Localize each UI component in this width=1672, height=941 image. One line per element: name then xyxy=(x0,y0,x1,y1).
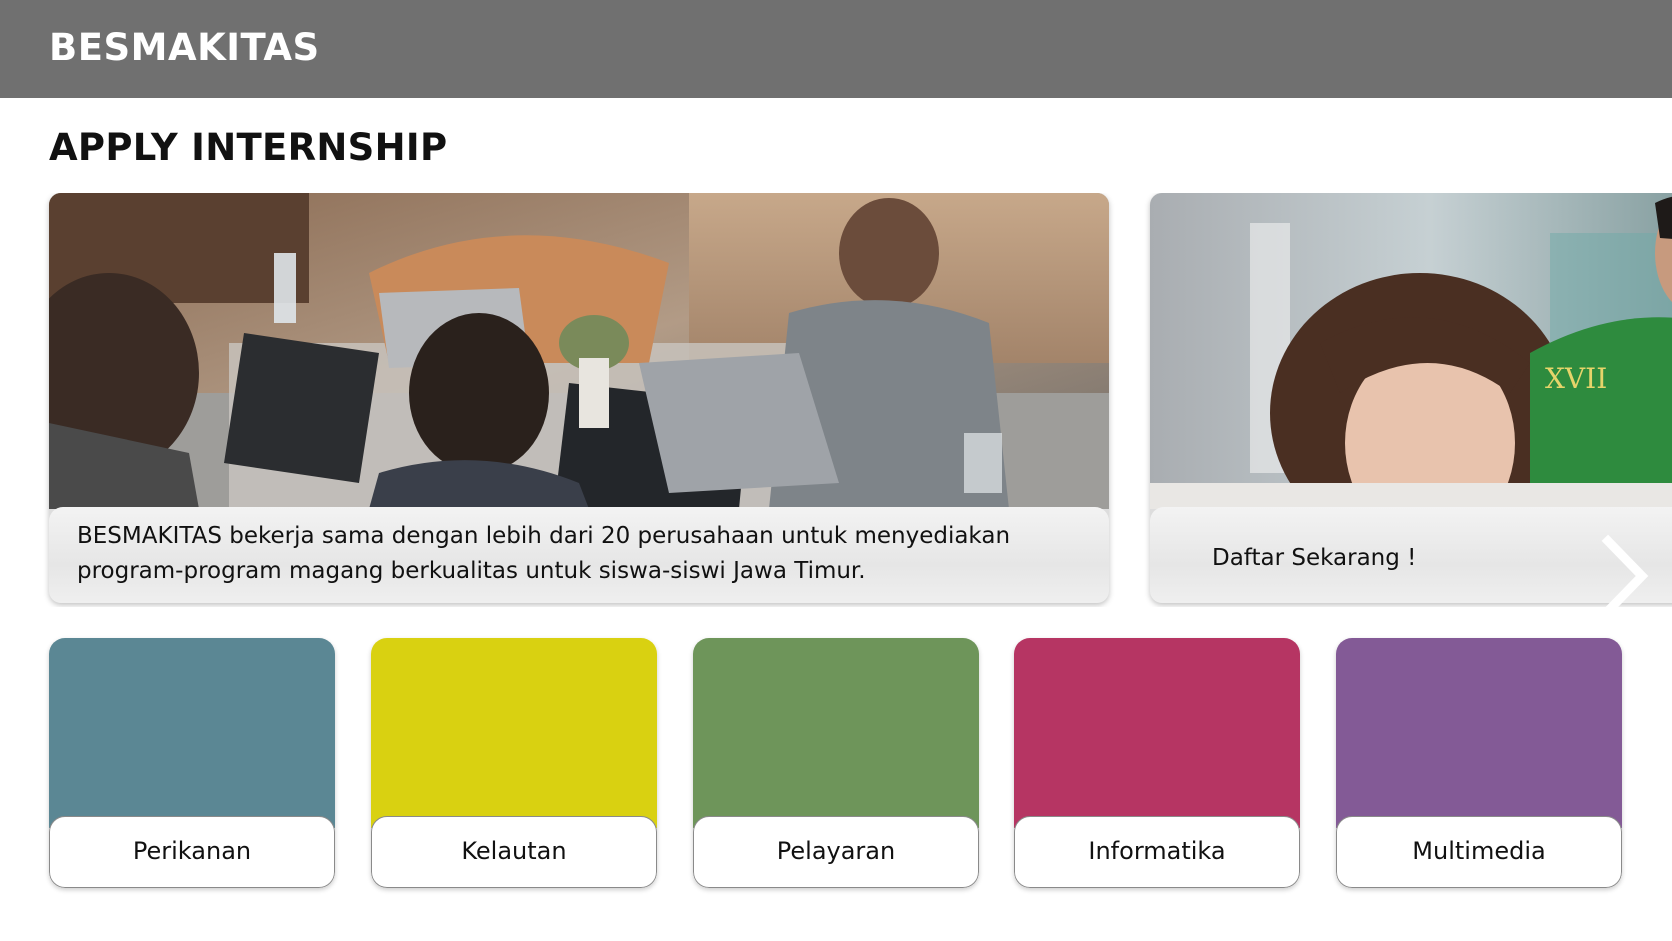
category-label-box: Multimedia xyxy=(1336,816,1622,888)
category-label: Pelayaran xyxy=(776,837,896,865)
page-title: APPLY INTERNSHIP xyxy=(49,126,448,169)
category-color-block xyxy=(1014,638,1300,828)
category-card-informatika[interactable]: Informatika xyxy=(1014,638,1300,888)
category-label: Perikanan xyxy=(132,837,252,865)
category-label: Informatika xyxy=(1088,837,1226,865)
slide-caption: BESMAKITAS bekerja sama dengan lebih dar… xyxy=(49,507,1109,603)
category-color-block xyxy=(693,638,979,828)
category-card-perikanan[interactable]: Perikanan xyxy=(49,638,335,888)
slide-caption-text: Daftar Sekarang ! xyxy=(1212,545,1417,571)
chevron-right-icon[interactable] xyxy=(1594,533,1654,607)
category-label-box: Perikanan xyxy=(49,816,335,888)
students-working-on-laptops-photo xyxy=(49,193,1109,509)
category-color-block xyxy=(49,638,335,828)
category-label-box: Kelautan xyxy=(371,816,657,888)
category-label: Multimedia xyxy=(1412,837,1546,865)
carousel-slide-1[interactable]: BESMAKITAS bekerja sama dengan lebih dar… xyxy=(49,193,1109,603)
category-label-box: Informatika xyxy=(1014,816,1300,888)
category-card-multimedia[interactable]: Multimedia xyxy=(1336,638,1622,888)
category-card-pelayaran[interactable]: Pelayaran xyxy=(693,638,979,888)
top-navbar: BESMAKITAS xyxy=(0,0,1672,98)
category-label-box: Pelayaran xyxy=(693,816,979,888)
slide-caption-text: BESMAKITAS bekerja sama dengan lebih dar… xyxy=(77,523,1011,584)
internship-carousel: BESMAKITAS bekerja sama dengan lebih dar… xyxy=(0,193,1672,607)
svg-text:XVII: XVII xyxy=(1545,362,1607,395)
category-card-kelautan[interactable]: Kelautan xyxy=(371,638,657,888)
category-color-block xyxy=(1336,638,1622,828)
category-label: Kelautan xyxy=(461,837,567,865)
category-color-block xyxy=(371,638,657,828)
brand-logo-text[interactable]: BESMAKITAS xyxy=(49,26,320,69)
category-list: Perikanan Kelautan Pelayaran Informatika… xyxy=(0,638,1672,890)
student-studying-photo: XVII xyxy=(1150,193,1672,509)
